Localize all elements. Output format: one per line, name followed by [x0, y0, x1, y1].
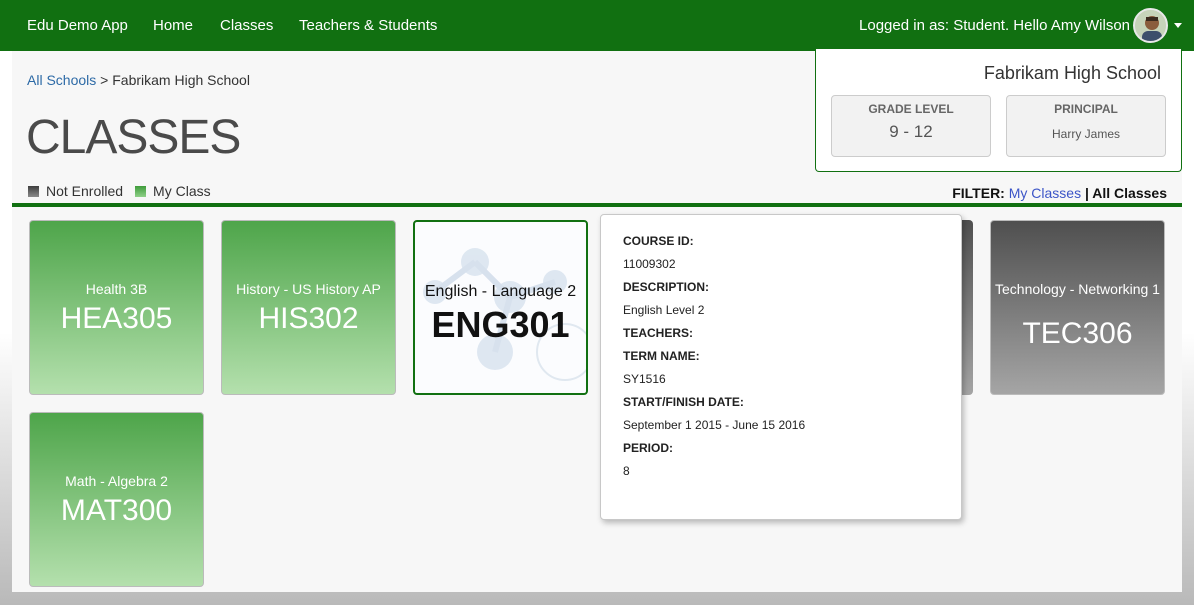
class-tile-hea305[interactable]: Health 3B HEA305 [29, 220, 204, 395]
legend: Not Enrolled My Class [28, 183, 223, 199]
breadcrumb: All Schools > Fabrikam High School [27, 72, 250, 88]
filter-label: FILTER: [952, 185, 1005, 201]
legend-my-class-label: My Class [153, 183, 211, 199]
principal-box: PRINCIPAL Harry James [1006, 95, 1166, 157]
green-divider [12, 203, 1182, 207]
grade-level-value: 9 - 12 [889, 122, 933, 141]
course-id-label: COURSE ID: [623, 234, 694, 248]
breadcrumb-current: Fabrikam High School [112, 72, 250, 88]
dates-value: September 1 2015 - June 15 2016 [623, 418, 806, 432]
term-name-value: SY1516 [623, 372, 666, 386]
term-name-label: TERM NAME: [623, 349, 700, 363]
class-code: HIS302 [258, 302, 359, 335]
course-details-popover: COURSE ID: 11009302 DESCRIPTION: English… [600, 214, 962, 520]
teachers-label: TEACHERS: [623, 326, 694, 340]
class-code: HEA305 [60, 302, 173, 335]
dates-label: START/FINISH DATE: [623, 395, 744, 409]
class-code: MAT300 [60, 494, 173, 527]
filter-separator: | [1081, 185, 1093, 201]
breadcrumb-all-schools[interactable]: All Schools [27, 72, 96, 88]
class-code: ENG301 [431, 304, 570, 345]
class-filter: FILTER: My Classes | All Classes [952, 185, 1167, 201]
logged-in-text: Logged in as: Student. Hello Amy Wilson [859, 17, 1130, 34]
principal-label: PRINCIPAL [1054, 102, 1118, 116]
class-code: TEC306 [1022, 317, 1133, 350]
user-menu-caret-icon[interactable] [1174, 23, 1182, 28]
nav-classes[interactable]: Classes [220, 17, 273, 34]
gray-swatch-icon [28, 185, 39, 197]
page-title: CLASSES [26, 111, 241, 164]
legend-not-enrolled-label: Not Enrolled [46, 183, 124, 199]
class-tile-tec306[interactable]: Technology - Networking 1 TEC306 [990, 220, 1165, 395]
legend-not-enrolled: Not Enrolled [28, 183, 123, 199]
class-tile-eng301[interactable]: English - Language 2 ENG301 [413, 220, 588, 395]
school-name: Fabrikam High School [983, 63, 1161, 83]
description-label: DESCRIPTION: [623, 280, 710, 294]
class-tile-his302[interactable]: History - US History AP HIS302 [221, 220, 396, 395]
brand-link[interactable]: Edu Demo App [27, 17, 128, 34]
principal-value: Harry James [1051, 127, 1120, 141]
class-name: History - US History AP [236, 281, 381, 297]
description-value: English Level 2 [623, 303, 705, 317]
legend-my-class: My Class [135, 183, 211, 199]
school-info-panel: Fabrikam High School GRADE LEVEL 9 - 12 … [815, 49, 1182, 172]
class-name: English - Language 2 [424, 283, 577, 300]
grade-level-box: GRADE LEVEL 9 - 12 [831, 95, 991, 157]
green-swatch-icon [135, 185, 147, 197]
class-name: Technology - Networking 1 [995, 281, 1160, 297]
period-value: 8 [623, 464, 630, 478]
nav-teachers-students[interactable]: Teachers & Students [299, 17, 437, 34]
course-id-value: 11009302 [623, 257, 676, 271]
nav-home[interactable]: Home [153, 17, 193, 34]
class-name: Math - Algebra 2 [65, 473, 168, 489]
class-name: Health 3B [85, 281, 148, 297]
period-label: PERIOD: [623, 441, 674, 455]
grade-level-label: GRADE LEVEL [868, 102, 954, 116]
top-navbar: Edu Demo App Home Classes Teachers & Stu… [0, 0, 1194, 51]
breadcrumb-separator: > [96, 72, 113, 88]
filter-all-classes[interactable]: All Classes [1092, 185, 1167, 201]
user-avatar[interactable] [1133, 8, 1168, 43]
filter-my-classes[interactable]: My Classes [1009, 185, 1081, 201]
class-tile-mat300[interactable]: Math - Algebra 2 MAT300 [29, 412, 204, 587]
